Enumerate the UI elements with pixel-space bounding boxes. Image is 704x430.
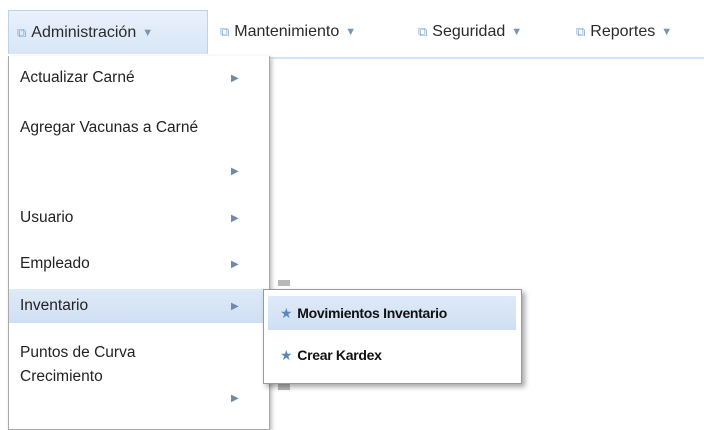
menu-item-label: Puntos de Curva Crecimiento [20,344,136,385]
menu-item-empleado[interactable]: Empleado ▶ [9,252,269,280]
menubar: ⧉ Administración ▼ ⧉ Mantenimiento ▼ ⧉ S… [0,0,704,60]
menu-item-label: Agregar Vacunas a Carné [20,119,199,136]
chevron-right-icon: ▶ [231,73,239,84]
menu-item-label: Inventario [20,297,89,314]
menu-administracion-label: Administración [31,23,137,41]
menu-item-agregar-vacunas[interactable]: Agregar Vacunas a Carné [9,116,209,188]
submenu-item-label: Movimientos Inventario [297,305,448,321]
menu-item-actualizar-carne[interactable]: Actualizar Carné ▶ [9,66,269,94]
background-fragment [278,384,290,390]
menu-reportes[interactable]: ⧉ Reportes ▼ [568,10,680,54]
window-icon: ⧉ [17,24,27,40]
window-icon: ⧉ [418,24,428,39]
window-icon: ⧉ [220,24,230,39]
chevron-right-icon: ▶ [231,259,239,270]
submenu-item-crear-kardex[interactable]: ★ Crear Kardex [268,338,516,372]
menu-item-label: Usuario [20,209,74,226]
star-icon: ★ [280,346,293,363]
submenu-item-label: Crear Kardex [297,347,382,363]
menu-item-puntos-curva[interactable]: Puntos de Curva Crecimiento [9,341,209,393]
inventario-submenu: ★ Movimientos Inventario ★ Crear Kardex [263,289,522,384]
chevron-down-icon: ▼ [345,26,357,38]
administracion-dropdown: Actualizar Carné ▶ Agregar Vacunas a Car… [8,56,270,430]
menu-mantenimiento-label: Mantenimiento [234,23,340,40]
menu-item-label: Actualizar Carné [20,69,135,86]
menu-seguridad[interactable]: ⧉ Seguridad ▼ [410,10,530,54]
menu-item-inventario[interactable]: Inventario ▶ [9,289,269,323]
menu-mantenimiento[interactable]: ⧉ Mantenimiento ▼ [212,10,364,54]
menu-reportes-label: Reportes [590,23,656,40]
chevron-right-icon: ▶ [231,166,239,177]
chevron-down-icon: ▼ [142,26,154,39]
chevron-down-icon: ▼ [661,26,673,38]
menu-item-label: Empleado [20,255,90,272]
chevron-right-icon: ▶ [231,301,239,312]
background-fragment [278,280,290,286]
menu-item-usuario[interactable]: Usuario ▶ [9,206,269,234]
menu-administracion[interactable]: ⧉ Administración ▼ [8,10,208,54]
chevron-right-icon: ▶ [231,393,239,404]
star-icon: ★ [280,304,293,321]
menu-seguridad-label: Seguridad [432,23,506,40]
submenu-item-movimientos-inventario[interactable]: ★ Movimientos Inventario [268,296,516,330]
chevron-right-icon: ▶ [231,213,239,224]
window-icon: ⧉ [576,24,586,39]
chevron-down-icon: ▼ [511,26,523,38]
